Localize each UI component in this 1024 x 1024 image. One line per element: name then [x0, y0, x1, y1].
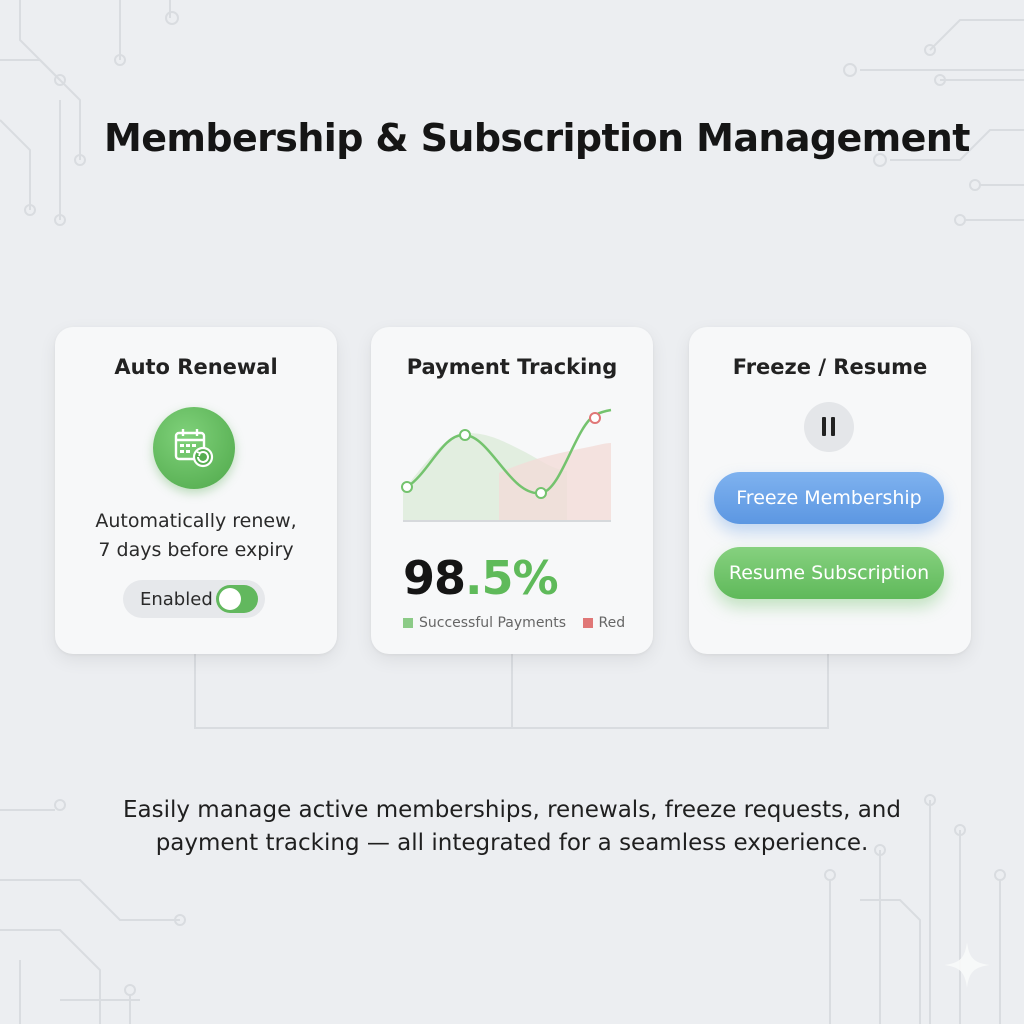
legend-success-label: Successful Payments — [419, 615, 567, 631]
point-3 — [535, 487, 547, 499]
success-rate-integer: 98 — [403, 551, 466, 605]
auto-renewal-title: Auto Renewal — [114, 355, 278, 379]
legend-red-swatch — [582, 618, 593, 628]
description-line-1: Automatically renew, — [95, 510, 297, 532]
sparkle-icon — [944, 942, 990, 988]
footer-line-1: Easily manage active memberships, renewa… — [122, 797, 901, 823]
chart-legend: Successful Payments Red — [403, 615, 625, 631]
pause-icon[interactable] — [804, 402, 854, 452]
resume-subscription-button[interactable]: Resume Subscription — [714, 547, 944, 599]
page-title: Membership & Subscription Management — [104, 116, 970, 160]
freeze-resume-card: Freeze / Resume Freeze Membership Resume… — [689, 327, 971, 654]
footer-description: Easily manage active memberships, renewa… — [0, 794, 1024, 860]
auto-renewal-card: Auto Renewal Automatically renew, 7 days… — [55, 327, 337, 654]
toggle-label: Enabled — [140, 589, 213, 610]
toggle-knob — [219, 588, 241, 610]
success-rate-decimal: .5% — [465, 551, 559, 605]
freeze-resume-title: Freeze / Resume — [732, 355, 928, 379]
legend-green-swatch — [403, 618, 413, 628]
point-1 — [401, 481, 413, 493]
freeze-membership-button[interactable]: Freeze Membership — [714, 472, 944, 524]
description-line-2: 7 days before expiry — [98, 539, 294, 561]
point-2 — [459, 429, 471, 441]
point-4 — [589, 412, 601, 424]
payment-trend-chart — [401, 408, 612, 522]
legend-red-label: Red — [598, 615, 626, 631]
payment-tracking-title: Payment Tracking — [406, 355, 618, 379]
auto-renewal-toggle-group: Enabled — [123, 580, 265, 618]
calendar-renew-icon — [153, 407, 235, 489]
success-rate: 98.5% — [403, 551, 559, 605]
payment-tracking-card: Payment Tracking 98.5% Successful Paymen… — [371, 327, 653, 654]
auto-renewal-description: Automatically renew, 7 days before expir… — [55, 507, 337, 565]
footer-line-2: payment tracking — all integrated for a … — [155, 830, 869, 856]
auto-renewal-toggle[interactable] — [216, 585, 258, 613]
